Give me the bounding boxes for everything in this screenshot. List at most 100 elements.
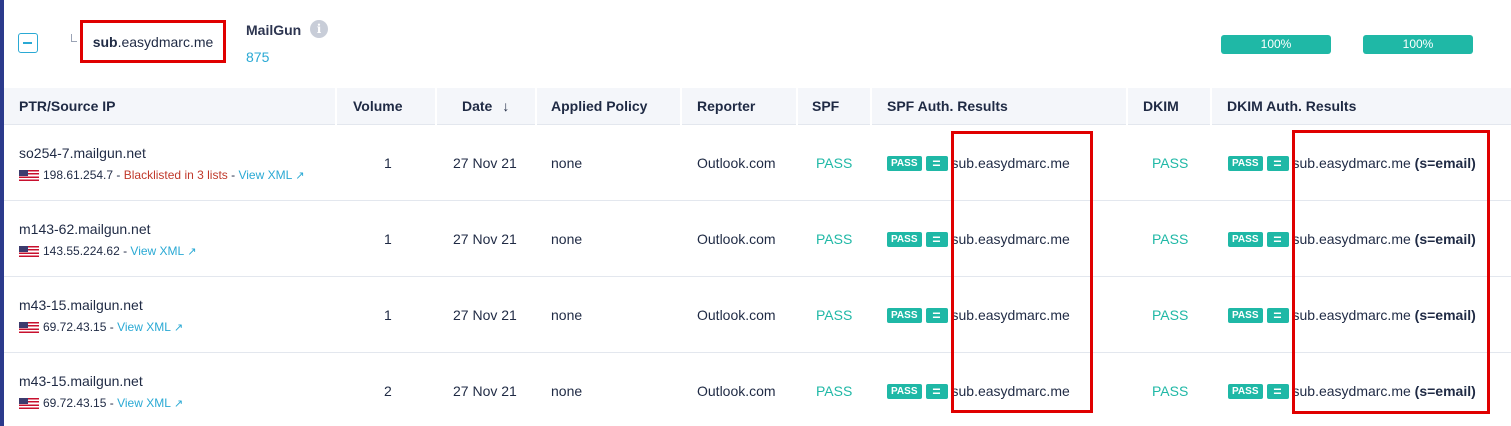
- external-link-icon[interactable]: ↗: [187, 245, 196, 258]
- domain-rest-part: .easydmarc.me: [117, 33, 214, 50]
- policy-cell: none: [551, 307, 583, 323]
- header-volume: Volume: [353, 98, 403, 114]
- date-cell: 27 Nov 21: [453, 383, 517, 399]
- header-date-sort[interactable]: Date ↓: [462, 88, 509, 125]
- table-header: PTR/Source IP Volume Date ↓ Applied Polic…: [4, 88, 1511, 125]
- external-link-icon[interactable]: ↗: [174, 321, 183, 334]
- separator: -: [119, 244, 131, 258]
- dkim-result: PASS: [1152, 231, 1189, 247]
- alignment-equal-icon: =: [1266, 383, 1289, 399]
- policy-cell: none: [551, 383, 583, 399]
- view-xml-link[interactable]: View XML: [130, 244, 184, 258]
- alignment-equal-icon: =: [1266, 155, 1289, 171]
- header-divider: [435, 88, 437, 125]
- external-link-icon[interactable]: ↗: [295, 169, 304, 182]
- policy-cell: none: [551, 155, 583, 171]
- view-xml-link[interactable]: View XML: [117, 320, 171, 334]
- alignment-equal-icon: =: [1266, 307, 1289, 323]
- header-dkim-auth: DKIM Auth. Results: [1227, 98, 1357, 114]
- domain-bold-part: sub: [92, 33, 118, 50]
- view-xml-link[interactable]: View XML: [238, 168, 292, 182]
- dkim-pass-badge: PASS: [1228, 307, 1263, 323]
- header-divider: [335, 88, 337, 125]
- spf-result: PASS: [816, 307, 853, 323]
- spf-result: PASS: [816, 383, 853, 399]
- header-divider: [1126, 88, 1128, 125]
- spf-pass-badge: PASS: [887, 383, 922, 399]
- volume-cell: 1: [384, 231, 392, 247]
- us-flag-icon: [19, 397, 39, 409]
- reporter-cell: Outlook.com: [697, 231, 776, 247]
- volume-cell: 2: [384, 383, 392, 399]
- header-spf: SPF: [812, 98, 840, 114]
- tree-branch-icon: [71, 34, 77, 42]
- reporter-cell: Outlook.com: [697, 155, 776, 171]
- source-ip-line: 69.72.43.15 - View XML ↗: [19, 396, 183, 410]
- reporter-cell: Outlook.com: [697, 383, 776, 399]
- dkim-domain-highlight-box: [1292, 130, 1490, 414]
- collapse-icon[interactable]: [18, 33, 38, 53]
- header-dkim: DKIM: [1143, 98, 1179, 114]
- date-cell: 27 Nov 21: [453, 155, 517, 171]
- us-flag-icon: [19, 321, 39, 333]
- header-date: Date: [462, 98, 493, 114]
- source-ip: 69.72.43.15: [43, 320, 107, 334]
- header-ptr: PTR/Source IP: [19, 98, 116, 114]
- source-ip: 143.55.224.62: [43, 244, 120, 258]
- ptr-hostname: m43-15.mailgun.net: [19, 297, 143, 313]
- dkim-pass-badge: PASS: [1228, 155, 1263, 171]
- header-divider: [680, 88, 682, 125]
- spf-result: PASS: [816, 231, 853, 247]
- provider-name: MailGun: [246, 22, 302, 38]
- ptr-hostname: m143-62.mailgun.net: [19, 221, 151, 237]
- external-link-icon[interactable]: ↗: [174, 397, 183, 410]
- us-flag-icon: [19, 245, 39, 257]
- dkim-pass-badge: PASS: [1228, 383, 1263, 399]
- dkim-pass-badge: PASS: [1228, 231, 1263, 247]
- dkim-result: PASS: [1152, 155, 1189, 171]
- volume-cell: 1: [384, 307, 392, 323]
- separator: -: [106, 320, 118, 334]
- blacklist-link[interactable]: Blacklisted in 3 lists: [124, 168, 228, 182]
- info-icon[interactable]: i: [310, 20, 328, 38]
- table-row: so254-7.mailgun.net 198.61.254.7 - Black…: [4, 125, 1511, 201]
- compliance-percent-bar: 100%: [1221, 35, 1331, 54]
- spf-pass-badge: PASS: [887, 155, 922, 171]
- spf-pass-badge: PASS: [887, 231, 922, 247]
- table-row: m43-15.mailgun.net 69.72.43.15 - View XM…: [4, 277, 1511, 353]
- view-xml-link[interactable]: View XML: [117, 396, 171, 410]
- dkim-percent-bar: 100%: [1363, 35, 1473, 54]
- dkim-result: PASS: [1152, 307, 1189, 323]
- alignment-equal-icon: =: [925, 307, 948, 323]
- reporter-cell: Outlook.com: [697, 307, 776, 323]
- spf-domain-highlight-box: [951, 131, 1093, 413]
- alignment-equal-icon: =: [925, 231, 948, 247]
- ptr-hostname: m43-15.mailgun.net: [19, 373, 143, 389]
- provider-count-link[interactable]: 875: [246, 49, 269, 65]
- source-ip-line: 198.61.254.7 - Blacklisted in 3 lists - …: [19, 168, 305, 182]
- ptr-hostname: so254-7.mailgun.net: [19, 145, 146, 161]
- volume-cell: 1: [384, 155, 392, 171]
- date-cell: 27 Nov 21: [453, 231, 517, 247]
- header-divider: [796, 88, 798, 125]
- alignment-equal-icon: =: [925, 383, 948, 399]
- table-row: m43-15.mailgun.net 69.72.43.15 - View XM…: [4, 353, 1511, 426]
- sort-down-icon[interactable]: ↓: [502, 88, 509, 125]
- group-domain: sub .easydmarc.me: [80, 20, 226, 63]
- separator: -: [106, 396, 118, 410]
- separator: -: [227, 168, 239, 182]
- group-summary-row: sub .easydmarc.me MailGun i 875 100% 100%: [4, 0, 1511, 88]
- header-divider: [870, 88, 872, 125]
- source-ip-line: 69.72.43.15 - View XML ↗: [19, 320, 183, 334]
- header-spf-auth: SPF Auth. Results: [887, 98, 1008, 114]
- header-divider: [535, 88, 537, 125]
- header-policy: Applied Policy: [551, 98, 648, 114]
- alignment-equal-icon: =: [925, 155, 948, 171]
- dkim-result: PASS: [1152, 383, 1189, 399]
- spf-pass-badge: PASS: [887, 307, 922, 323]
- separator: -: [113, 168, 124, 182]
- source-ip: 69.72.43.15: [43, 396, 107, 410]
- alignment-equal-icon: =: [1266, 231, 1289, 247]
- spf-result: PASS: [816, 155, 853, 171]
- us-flag-icon: [19, 169, 39, 181]
